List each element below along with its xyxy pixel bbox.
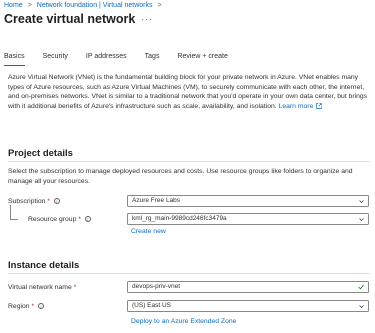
region-value: (US) East US xyxy=(132,302,172,309)
subscription-label: Subscription * i xyxy=(8,198,60,205)
learn-more-link[interactable]: Learn more xyxy=(279,102,323,112)
learn-more-label[interactable]: Learn more xyxy=(279,102,314,112)
vnet-name-value: devops-priv-vnet xyxy=(132,283,181,290)
instance-details-heading: Instance details xyxy=(8,260,80,271)
breadcrumb-virtual-networks[interactable]: Network foundation | Virtual networks xyxy=(37,2,153,9)
project-description: Select the subscription to manage deploy… xyxy=(8,168,353,185)
required-marker: * xyxy=(31,303,35,310)
breadcrumb: Home > Network foundation | Virtual netw… xyxy=(4,2,162,9)
tab-tags[interactable]: Tags xyxy=(145,53,160,64)
tab-review-create[interactable]: Review + create xyxy=(177,53,227,64)
resource-group-value: kml_rg_main-9989cd246fc3479a xyxy=(132,215,227,222)
check-icon xyxy=(358,284,364,290)
tree-connector-vertical xyxy=(10,205,11,219)
info-icon[interactable]: i xyxy=(84,216,91,223)
info-icon[interactable]: i xyxy=(37,303,44,310)
project-divider xyxy=(8,161,370,162)
required-marker: * xyxy=(47,198,50,205)
tab-bar: Basics Security IP addresses Tags Review… xyxy=(4,53,228,66)
page-title: Create virtual network xyxy=(4,12,136,26)
vnet-name-input[interactable]: devops-priv-vnet xyxy=(127,281,369,293)
create-new-link[interactable]: Create new xyxy=(131,228,166,235)
resource-group-select[interactable]: kml_rg_main-9989cd246fc3479a xyxy=(127,213,369,225)
breadcrumb-home[interactable]: Home xyxy=(4,2,23,9)
external-link-icon xyxy=(316,103,323,110)
chevron-right-icon: > xyxy=(27,2,32,9)
instance-divider xyxy=(8,273,370,274)
chevron-down-icon xyxy=(359,304,364,308)
tab-ip-addresses[interactable]: IP addresses xyxy=(86,53,127,64)
subscription-value: Azure Free Labs xyxy=(132,197,181,204)
info-icon[interactable]: i xyxy=(53,198,60,205)
subscription-select[interactable]: Azure Free Labs xyxy=(127,195,369,207)
vnet-name-label: Virtual network name * xyxy=(8,284,77,291)
tab-security[interactable]: Security xyxy=(43,53,68,64)
chevron-down-icon xyxy=(359,199,364,203)
project-details-heading: Project details xyxy=(8,148,73,159)
more-options-icon[interactable]: ··· xyxy=(141,14,153,24)
intro-description: Azure Virtual Network (VNet) is the fund… xyxy=(8,73,370,111)
resource-group-label: Resource group * i xyxy=(28,216,91,223)
required-marker: * xyxy=(78,216,81,223)
required-marker: * xyxy=(73,284,77,291)
title-row: Create virtual network ··· xyxy=(4,12,153,26)
chevron-right-icon: > xyxy=(157,2,162,9)
extended-zone-link[interactable]: Deploy to an Azure Extended Zone xyxy=(131,318,236,325)
tab-basics[interactable]: Basics xyxy=(4,53,25,66)
tree-connector-horizontal xyxy=(10,219,18,220)
region-select[interactable]: (US) East US xyxy=(127,300,369,312)
chevron-down-icon xyxy=(359,217,364,221)
region-label: Region * i xyxy=(8,303,44,310)
